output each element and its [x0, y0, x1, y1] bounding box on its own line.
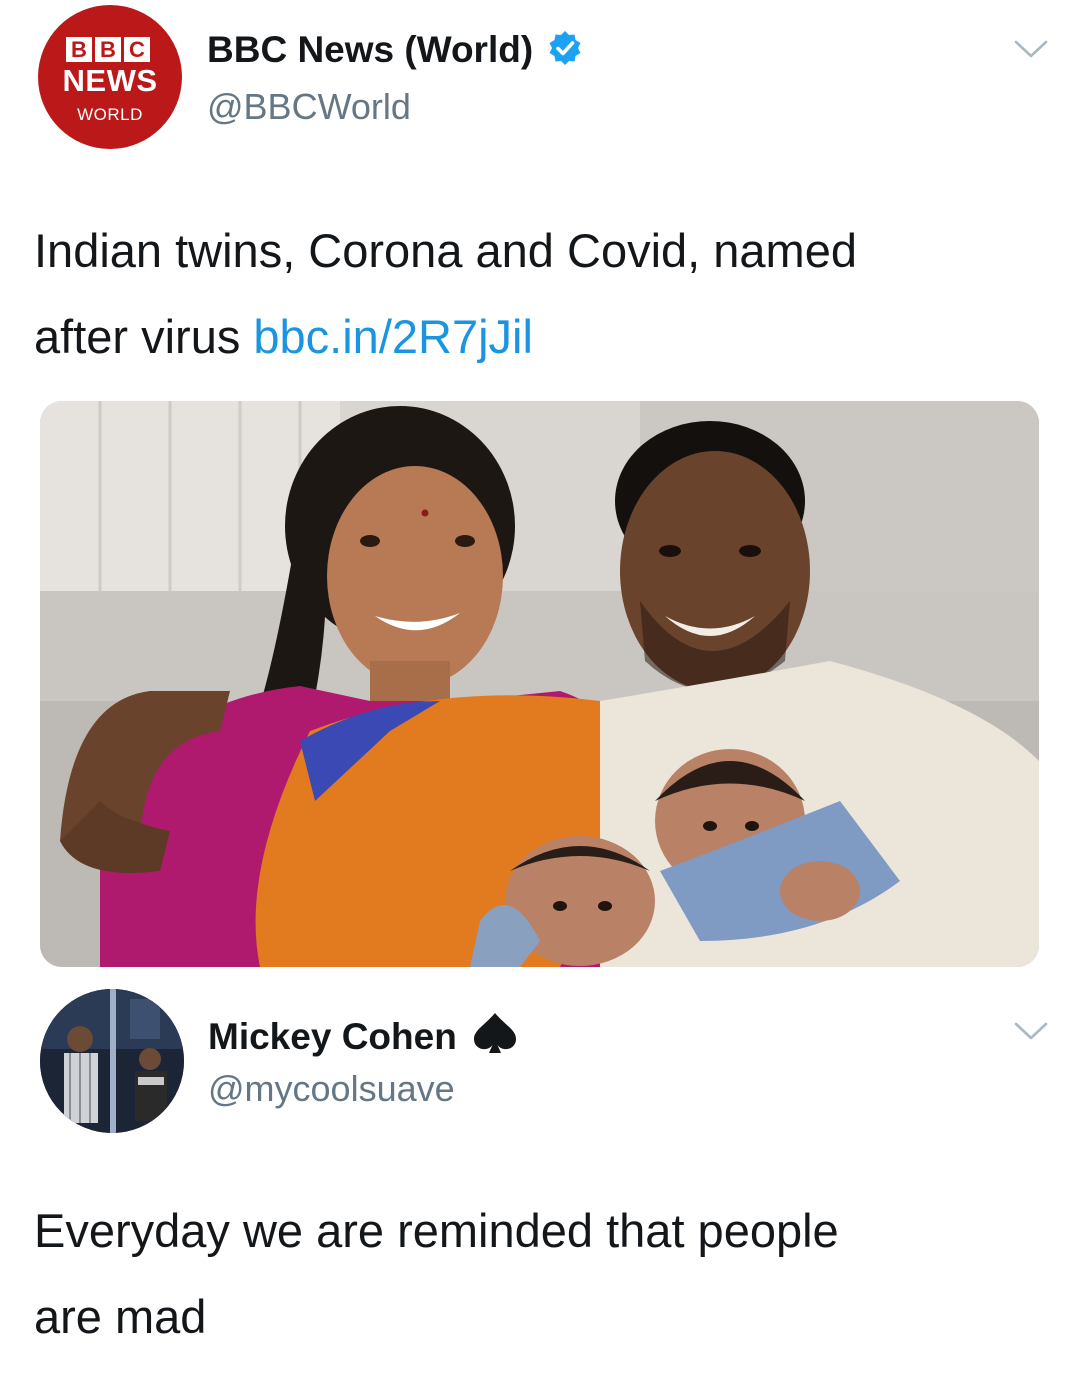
bbc-logo-letter: C [124, 37, 150, 62]
article-link[interactable]: bbc.in/2R7jJil [253, 310, 533, 363]
bbc-logo-world: WORLD [77, 105, 143, 124]
bbc-display-name[interactable]: BBC News (World) [207, 29, 583, 75]
avatar-photo-illustration [40, 989, 184, 1133]
mickey-cohen-avatar[interactable] [40, 989, 184, 1133]
bbc-logo-letter: B [66, 37, 92, 62]
bbc-logo-blocks: B B C [66, 37, 150, 62]
display-name-text: BBC News (World) [207, 29, 534, 70]
mickey-display-name[interactable]: Mickey Cohen [208, 1011, 519, 1064]
tweet-text-line: are mad [34, 1290, 207, 1343]
tweet-photo-family[interactable] [40, 401, 1039, 967]
tweet-bbc: B B C NEWS WORLD BBC News (World) @BBCWo… [0, 0, 1079, 980]
mickey-tweet-text: Everyday we are reminded that people are… [34, 1188, 1064, 1360]
verified-badge-icon [547, 30, 583, 75]
tweet-mickey-cohen: Mickey Cohen @mycoolsuave Everyday we ar… [0, 980, 1079, 1374]
bbc-logo-letter: B [95, 37, 121, 62]
chevron-down-icon[interactable] [1013, 38, 1049, 60]
bbc-tweet-text: Indian twins, Corona and Covid, named af… [34, 208, 1064, 380]
spade-icon [471, 1011, 519, 1064]
chevron-down-icon[interactable] [1013, 1020, 1049, 1042]
display-name-text: Mickey Cohen [208, 1016, 457, 1057]
tweet-text-plain: after virus [34, 310, 254, 363]
bbc-logo-news: NEWS [62, 63, 158, 98]
family-photo-illustration [40, 401, 1039, 967]
bbc-news-world-avatar[interactable]: B B C NEWS WORLD [38, 5, 182, 149]
bbc-handle[interactable]: @BBCWorld [207, 86, 411, 128]
tweet-text-line: Indian twins, Corona and Covid, named [34, 224, 857, 277]
tweet-text-line: after virus bbc.in/2R7jJil [34, 294, 1064, 380]
mickey-handle[interactable]: @mycoolsuave [208, 1068, 455, 1110]
tweet-text-line: Everyday we are reminded that people [34, 1204, 839, 1257]
